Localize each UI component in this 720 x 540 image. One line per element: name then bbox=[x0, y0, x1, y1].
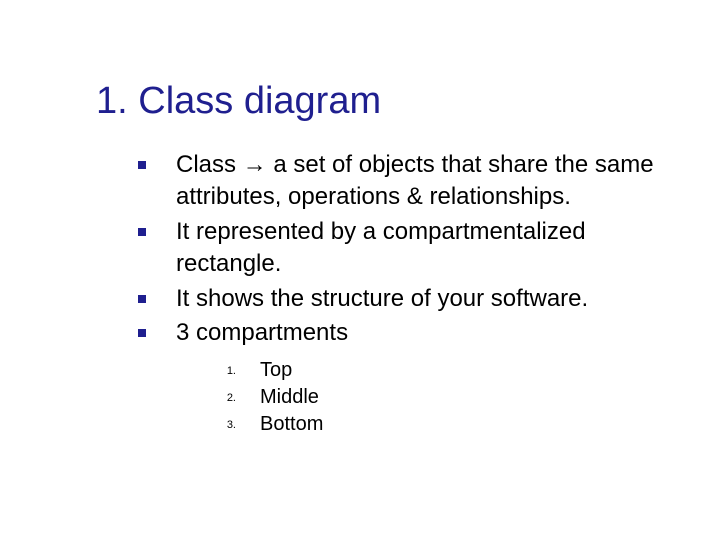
bullet-text: It shows the structure of your software. bbox=[176, 283, 588, 315]
list-item: 3 compartments bbox=[138, 317, 680, 349]
square-bullet-icon bbox=[138, 329, 146, 337]
square-bullet-icon bbox=[138, 161, 146, 169]
slide: 1. Class diagram Class → a set of object… bbox=[0, 0, 720, 540]
sub-number: 1. bbox=[206, 359, 236, 377]
bullet-text: Class → a set of objects that share the … bbox=[176, 149, 680, 214]
list-item: 1. Top bbox=[206, 359, 680, 382]
sub-number: 3. bbox=[206, 413, 236, 431]
sub-text: Top bbox=[260, 359, 292, 382]
bullet-list: Class → a set of objects that share the … bbox=[96, 149, 680, 349]
list-item: It shows the structure of your software. bbox=[138, 283, 680, 315]
list-item: 2. Middle bbox=[206, 386, 680, 409]
numbered-sublist: 1. Top 2. Middle 3. Bottom bbox=[96, 359, 680, 436]
sub-number: 2. bbox=[206, 386, 236, 404]
slide-title: 1. Class diagram bbox=[96, 80, 680, 123]
list-item: It represented by a compartmentalized re… bbox=[138, 216, 680, 281]
list-item: 3. Bottom bbox=[206, 413, 680, 436]
sub-text: Bottom bbox=[260, 413, 323, 436]
square-bullet-icon bbox=[138, 295, 146, 303]
bullet-text: 3 compartments bbox=[176, 317, 348, 349]
list-item: Class → a set of objects that share the … bbox=[138, 149, 680, 214]
sub-text: Middle bbox=[260, 386, 319, 409]
bullet-text: It represented by a compartmentalized re… bbox=[176, 216, 680, 281]
square-bullet-icon bbox=[138, 228, 146, 236]
